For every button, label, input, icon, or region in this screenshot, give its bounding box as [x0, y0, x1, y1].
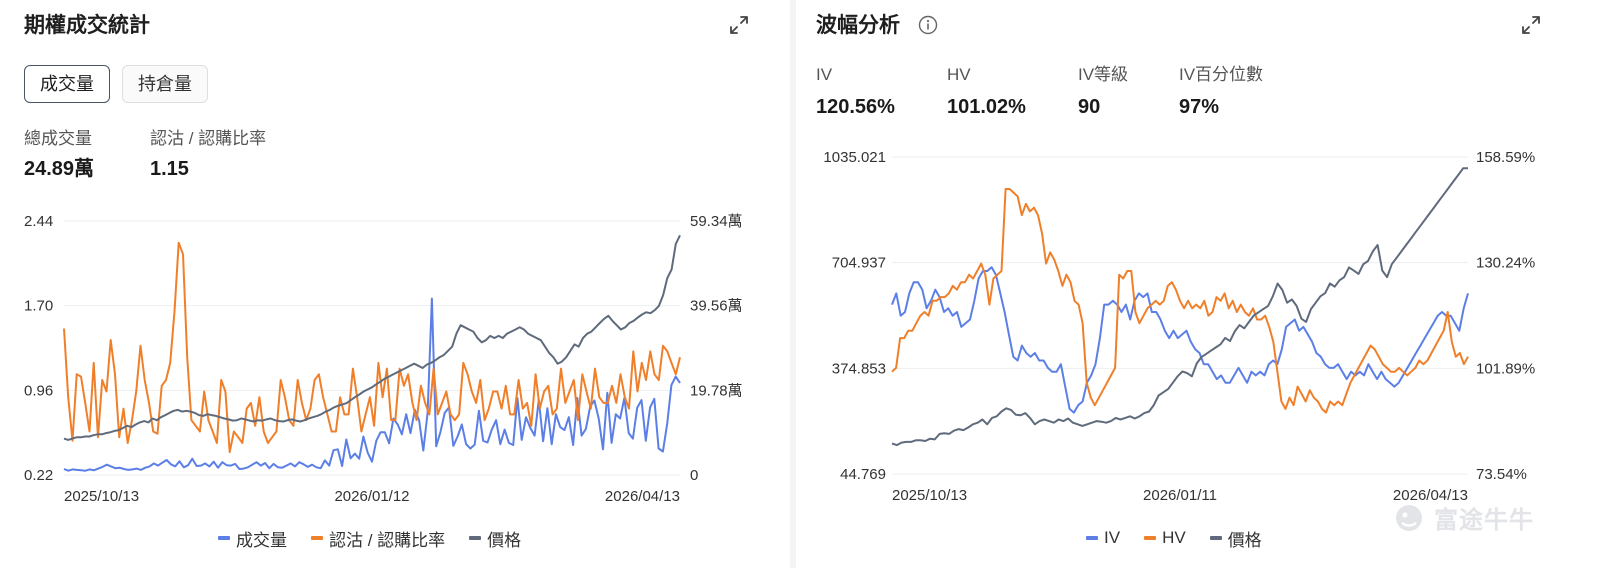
legend-item-price[interactable]: 價格 [469, 526, 521, 551]
x-tick-label: 2025/10/13 [64, 488, 139, 505]
legend-item-volume[interactable]: 成交量 [218, 526, 287, 551]
legend-item-ratio[interactable]: 認沽 / 認購比率 [311, 526, 445, 551]
legend-label: HV [1162, 528, 1186, 547]
volatility-chart: 1035.021 158.59% 704.937 130.24% 374.853 101.… [823, 149, 1535, 504]
legend-swatch [469, 536, 482, 540]
y-right-tick-label: 130.24% [1476, 255, 1535, 272]
watermark-text: 富途牛牛 [1434, 507, 1534, 534]
legend-swatch [311, 536, 323, 540]
legend-swatch [1086, 536, 1098, 540]
y-right-tick-label: 39.56萬 [690, 298, 743, 315]
volume-chart: 2.44 59.34萬 1.70 39.56萬 0.96 19.78萬 0.22 0 2025/… [24, 213, 743, 505]
x-tick-label: 2026/01/11 [1143, 487, 1217, 504]
watermark: 富途牛牛 [1394, 500, 1534, 535]
y-left-tick-label: 704.937 [832, 255, 886, 272]
legend-item-price[interactable]: 價格 [1209, 526, 1262, 551]
y-left-tick-label: 1035.021 [823, 149, 886, 166]
volatility-panel: 波幅分析 IV 120.56% HV 101.02% IV等級 90 IV百分位… [796, 0, 1600, 568]
y-left-tick-label: 44.769 [840, 466, 886, 483]
series-line [891, 167, 1468, 447]
series-line [891, 188, 1469, 414]
futu-logo-icon [1396, 504, 1422, 531]
y-left-tick-label: 2.44 [24, 213, 53, 230]
y-left-tick-label: 0.22 [24, 467, 53, 484]
legend-item-iv[interactable]: IV [1086, 528, 1120, 548]
chart-legend: IV HV 價格 [1086, 526, 1286, 550]
legend-label: 成交量 [236, 530, 287, 550]
y-right-tick-label: 101.89% [1476, 360, 1535, 377]
y-right-tick-label: 0 [690, 467, 698, 484]
chart-legend: 成交量 認沽 / 認購比率 價格 [218, 526, 545, 550]
x-tick-label: 2025/10/13 [892, 487, 967, 504]
y-right-tick-label: 19.78萬 [690, 382, 743, 399]
y-right-tick-label: 158.59% [1476, 149, 1535, 166]
legend-label: 認沽 / 認購比率 [329, 530, 446, 550]
legend-item-hv[interactable]: HV [1144, 528, 1186, 548]
legend-swatch [218, 536, 230, 540]
legend-label: 價格 [1227, 530, 1262, 550]
legend-label: IV [1104, 528, 1121, 547]
x-tick-label: 2026/01/12 [334, 488, 409, 505]
y-left-tick-label: 1.70 [24, 298, 53, 315]
x-tick-label: 2026/04/13 [605, 488, 680, 505]
y-left-tick-label: 374.853 [832, 360, 886, 377]
series-line [891, 266, 1469, 414]
legend-swatch [1209, 536, 1222, 540]
legend-swatch [1144, 536, 1157, 540]
y-left-tick-label: 0.96 [24, 382, 53, 399]
y-right-tick-label: 73.54% [1476, 466, 1527, 483]
series-line [63, 297, 681, 472]
y-right-tick-label: 59.34萬 [690, 213, 743, 230]
legend-label: 價格 [487, 530, 522, 550]
option-volume-panel: 期權成交統計 成交量 持倉量 總成交量 24.89萬 認沽 / 認購比率 1.1… [0, 0, 790, 568]
